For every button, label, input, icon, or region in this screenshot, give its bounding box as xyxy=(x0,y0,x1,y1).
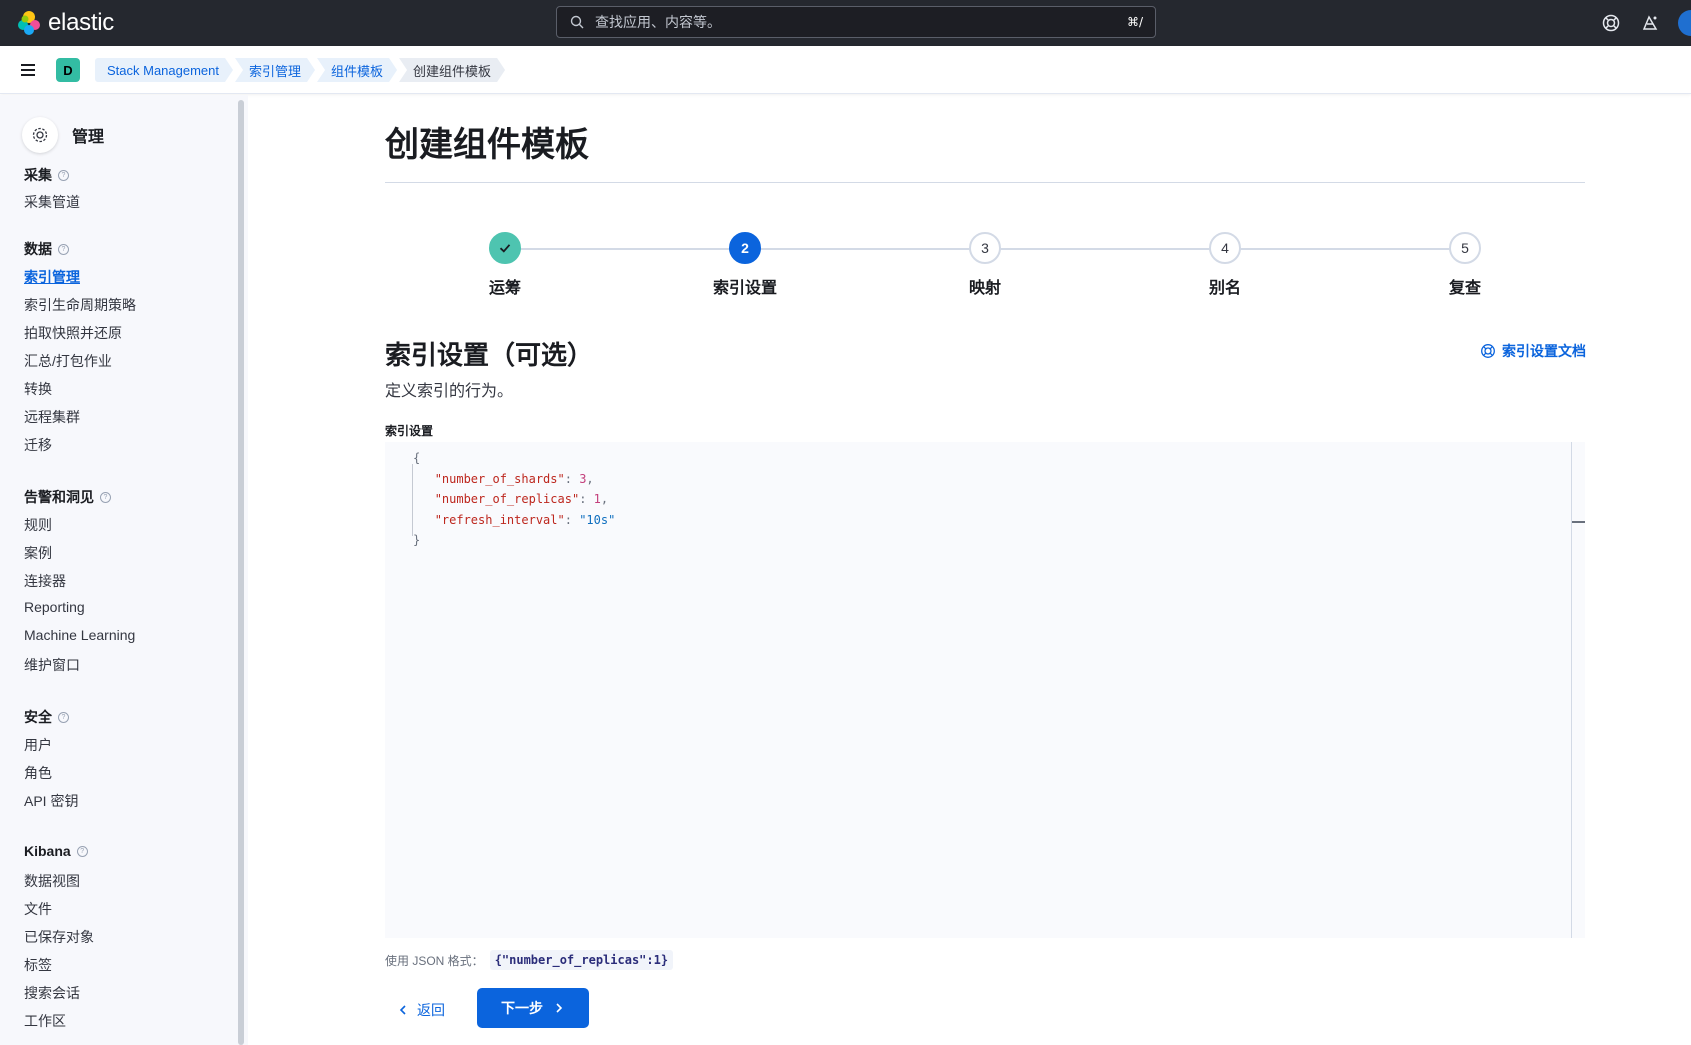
info-icon[interactable]: ? xyxy=(76,845,88,857)
info-icon[interactable]: ? xyxy=(58,711,69,723)
breadcrumb: Stack Management 索引管理 组件模板 创建组件模板 xyxy=(95,58,507,82)
sidebar-item-workspaces[interactable]: 工作区 xyxy=(24,1011,66,1031)
search-placeholder: 查找应用、内容等。 xyxy=(595,14,721,30)
sidebar-header: 管理 xyxy=(22,117,104,153)
sidebar-item-api-keys[interactable]: API 密钥 xyxy=(24,791,78,811)
sidebar-section-alerts-insights: 告警和洞见? xyxy=(24,487,111,507)
step-mappings[interactable]: 3 映射 xyxy=(925,232,1045,298)
step-label: 索引设置 xyxy=(712,280,777,297)
breadcrumb-stack-management[interactable]: Stack Management xyxy=(95,58,233,82)
step-label: 别名 xyxy=(1208,280,1241,297)
step-label: 运筹 xyxy=(488,280,521,297)
editor-scrollbar[interactable] xyxy=(1571,442,1572,938)
back-button-label: 返回 xyxy=(417,1002,445,1018)
sidebar-item-data-views[interactable]: 数据视图 xyxy=(24,871,80,891)
editor-code[interactable]: { "number_of_shards": 3, "number_of_repl… xyxy=(413,448,615,551)
sidebar-item-reporting[interactable]: Reporting xyxy=(24,599,85,615)
doc-link-label: 索引设置文档 xyxy=(1502,343,1586,359)
breadcrumb-bar: D Stack Management 索引管理 组件模板 创建组件模板 xyxy=(0,46,1691,94)
sidebar-item-search-sessions[interactable]: 搜索会话 xyxy=(24,983,80,1003)
section-description: 定义索引的行为。 xyxy=(385,383,514,400)
search-icon xyxy=(570,15,584,29)
sidebar-item-rollup-jobs[interactable]: 汇总/打包作业 xyxy=(24,351,112,371)
json-format-help: 使用 JSON 格式： {"number_of_replicas":1} xyxy=(385,950,674,970)
sidebar-item-roles[interactable]: 角色 xyxy=(24,763,52,783)
sidebar-item-cases[interactable]: 案例 xyxy=(24,543,52,563)
sidebar-item-saved-objects[interactable]: 已保存对象 xyxy=(24,927,94,947)
gear-icon xyxy=(22,117,58,153)
section-label: Kibana xyxy=(24,843,71,859)
sidebar-item-rules[interactable]: 规则 xyxy=(24,515,52,535)
main-content: 创建组件模板 运筹 2 索引设置 3 映射 4 别名 5 复查 索引设置（可选）… xyxy=(250,95,1691,1045)
info-icon[interactable]: ? xyxy=(100,491,111,503)
sidebar-section-data: 数据? xyxy=(24,239,69,259)
breadcrumb-create-component-template: 创建组件模板 xyxy=(399,58,505,82)
info-icon[interactable]: ? xyxy=(58,243,69,255)
step-number: 5 xyxy=(1449,232,1481,264)
sidebar-item-remote-clusters[interactable]: 远程集群 xyxy=(24,407,80,427)
index-settings-label: 索引设置 xyxy=(385,424,434,438)
space-selector[interactable]: D xyxy=(56,58,80,82)
section-title: 索引设置（可选） xyxy=(385,340,594,370)
next-button-label: 下一步 xyxy=(501,1000,543,1016)
chevron-left-icon xyxy=(399,1005,406,1015)
divider xyxy=(385,182,1585,183)
menu-icon[interactable] xyxy=(18,60,38,80)
step-label: 复查 xyxy=(1448,280,1481,297)
sidebar-item-maintenance-windows[interactable]: 维护窗口 xyxy=(24,655,80,675)
info-icon[interactable]: ? xyxy=(58,169,69,181)
step-review[interactable]: 5 复查 xyxy=(1405,232,1525,298)
editor-cursor-marker xyxy=(1572,521,1585,523)
sidebar-title: 管理 xyxy=(72,129,105,146)
search-shortcut: ⌘/ xyxy=(1126,15,1143,29)
step-number: 3 xyxy=(969,232,1001,264)
elastic-logo-icon xyxy=(18,11,40,35)
sidebar-section-security: 安全? xyxy=(24,707,69,727)
back-button[interactable]: 返回 xyxy=(385,990,457,1030)
index-settings-code-editor[interactable]: { "number_of_shards": 3, "number_of_repl… xyxy=(385,442,1585,938)
next-button[interactable]: 下一步 xyxy=(477,988,589,1028)
sidebar-section-kibana: Kibana? xyxy=(24,843,88,859)
sidebar-item-machine-learning[interactable]: Machine Learning xyxy=(24,627,135,643)
section-label: 告警和洞见 xyxy=(24,489,94,505)
help-text: 使用 JSON 格式： xyxy=(385,953,484,968)
index-settings-docs-link[interactable]: 索引设置文档 xyxy=(1480,341,1586,361)
check-icon xyxy=(489,232,521,264)
sidebar-item-transforms[interactable]: 转换 xyxy=(24,379,52,399)
help-icon xyxy=(1481,344,1495,358)
help-code-example: {"number_of_replicas":1} xyxy=(489,950,674,970)
brand-name: elastic xyxy=(48,9,114,36)
step-index-settings[interactable]: 2 索引设置 xyxy=(685,232,805,298)
sidebar-item-snapshot-restore[interactable]: 拍取快照并还原 xyxy=(24,323,122,343)
breadcrumb-index-management[interactable]: 索引管理 xyxy=(235,58,315,82)
top-header: elastic 查找应用、内容等。 ⌘/ xyxy=(0,0,1691,46)
sidebar-item-ingest-pipelines[interactable]: 采集管道 xyxy=(24,192,80,212)
elastic-logo[interactable]: elastic xyxy=(16,9,114,37)
chevron-right-icon xyxy=(556,1003,563,1013)
sidebar-item-users[interactable]: 用户 xyxy=(24,735,52,755)
section-label: 采集 xyxy=(24,167,52,183)
sidebar-item-ilm-policies[interactable]: 索引生命周期策略 xyxy=(24,295,136,315)
step-label: 映射 xyxy=(968,280,1001,297)
step-number: 2 xyxy=(729,232,761,264)
help-icon[interactable] xyxy=(1601,13,1621,33)
sidebar-item-migrate[interactable]: 迁移 xyxy=(24,435,52,455)
breadcrumb-component-templates[interactable]: 组件模板 xyxy=(317,58,397,82)
sidebar-item-index-management[interactable]: 索引管理 xyxy=(24,267,80,287)
step-aliases[interactable]: 4 别名 xyxy=(1165,232,1285,298)
step-number: 4 xyxy=(1209,232,1241,264)
user-avatar[interactable] xyxy=(1678,10,1691,36)
page-title: 创建组件模板 xyxy=(385,126,589,164)
news-feed-icon[interactable] xyxy=(1640,13,1660,33)
management-sidebar: 管理 采集? 采集管道 数据? 索引管理 索引生命周期策略 拍取快照并还原 汇总… xyxy=(0,95,248,1045)
section-label: 安全 xyxy=(24,709,52,725)
sidebar-item-files[interactable]: 文件 xyxy=(24,899,52,919)
sidebar-item-tags[interactable]: 标签 xyxy=(24,955,52,975)
sidebar-section-ingest: 采集? xyxy=(24,165,69,185)
step-logistics[interactable]: 运筹 xyxy=(445,232,565,298)
sidebar-item-connectors[interactable]: 连接器 xyxy=(24,571,66,591)
sidebar-scrollbar[interactable] xyxy=(238,100,244,1045)
section-label: 数据 xyxy=(24,241,52,257)
global-search-input[interactable]: 查找应用、内容等。 ⌘/ xyxy=(556,6,1156,38)
